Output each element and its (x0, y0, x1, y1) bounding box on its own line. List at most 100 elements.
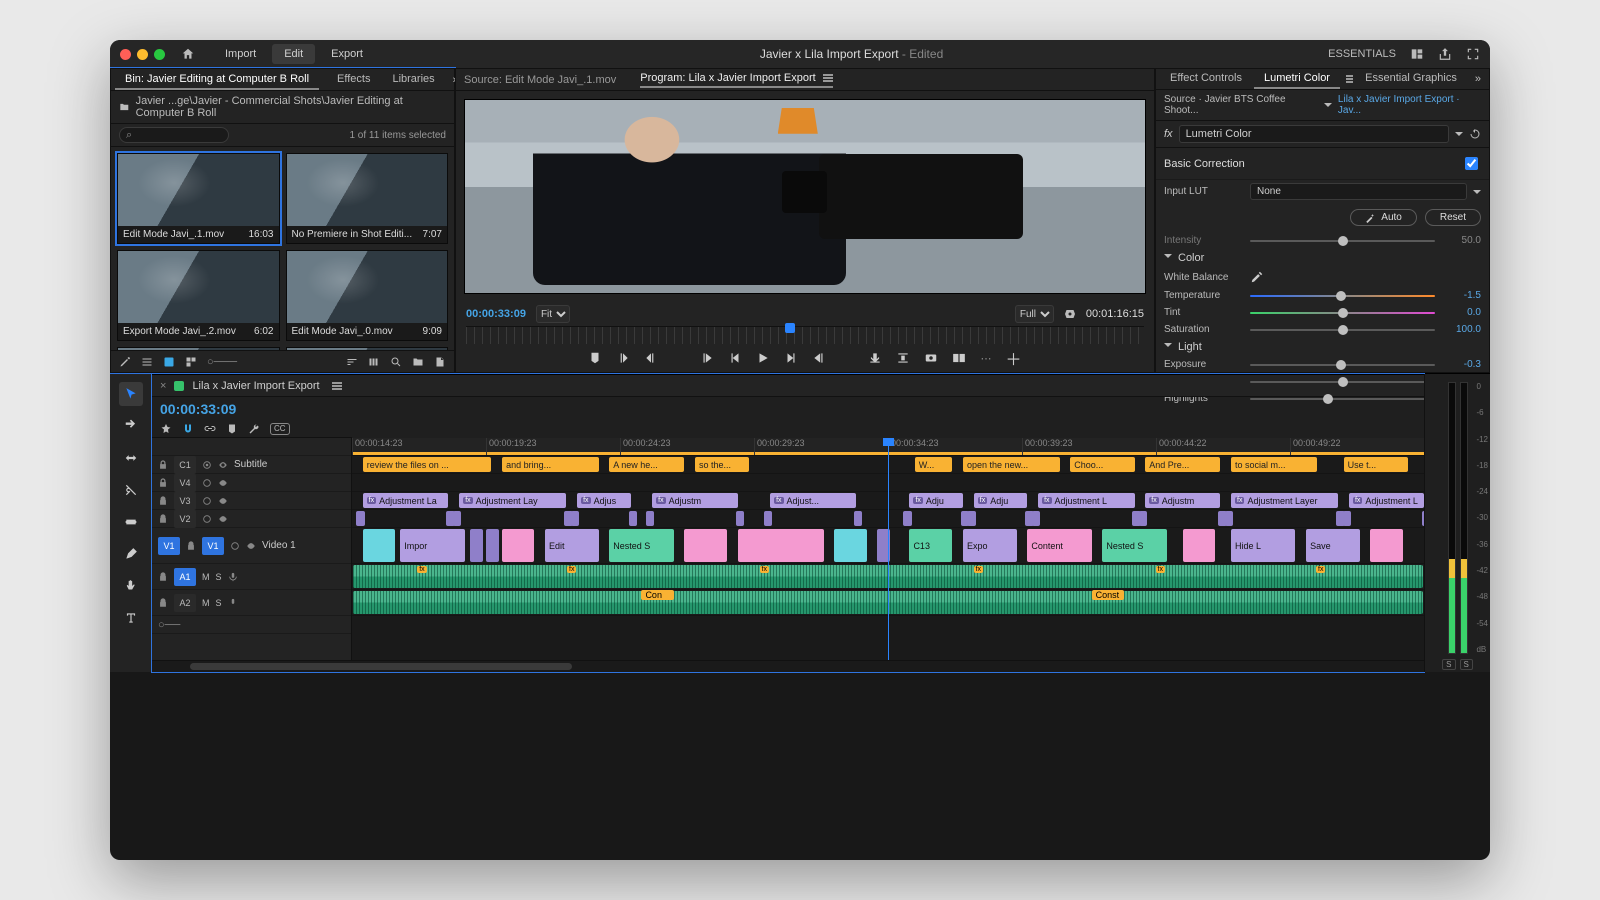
export-frame-icon[interactable] (924, 351, 938, 365)
timeline-clip[interactable] (486, 529, 499, 562)
icon-view-icon[interactable] (163, 356, 175, 368)
overflow-tabs-icon[interactable]: » (1471, 73, 1485, 85)
timeline-clip[interactable] (1225, 511, 1234, 526)
solo-right[interactable]: S (1460, 659, 1473, 670)
timeline-clip[interactable]: Adjustment Layer (1231, 493, 1338, 508)
clip-item[interactable]: ▦ Export Mode Javi_.2.mov6:02 (117, 250, 280, 341)
close-window-button[interactable] (120, 49, 131, 60)
timeline-clip[interactable] (363, 529, 395, 562)
input-lut-select[interactable]: None (1250, 183, 1467, 200)
timeline-horizontal-scrollbar[interactable] (152, 660, 1424, 672)
timeline-clip[interactable] (738, 529, 824, 562)
timeline-playhead[interactable] (888, 438, 889, 660)
timeline-clip[interactable]: so the... (695, 457, 749, 472)
search-input[interactable]: ⌕ (119, 127, 229, 143)
clip-item[interactable]: ▦ No Premiere in Shot Editi...7:07 (286, 153, 449, 244)
timeline-clip[interactable]: And Pre... (1145, 457, 1220, 472)
source-monitor-tab[interactable]: Source: Edit Mode Javi_.1.mov (464, 74, 616, 86)
chevron-down-icon[interactable] (1324, 103, 1332, 111)
minimize-window-button[interactable] (137, 49, 148, 60)
mode-tab-edit[interactable]: Edit (272, 44, 315, 64)
type-tool[interactable] (119, 606, 143, 630)
auto-button[interactable]: Auto (1350, 209, 1417, 226)
light-section-header[interactable]: Light (1156, 338, 1489, 356)
comparison-view-icon[interactable] (952, 351, 966, 365)
exposure-slider[interactable] (1250, 360, 1435, 370)
timecode-display[interactable]: 00:00:33:09 (466, 308, 526, 320)
track-header-v2[interactable]: V2 (152, 510, 351, 528)
sequence-link[interactable]: Lila x Javier Import Export · Jav... (1338, 94, 1481, 116)
snap-icon[interactable] (182, 423, 194, 435)
timeline-clip[interactable] (736, 511, 745, 526)
timeline-clip[interactable]: C13 (909, 529, 952, 562)
temperature-slider[interactable] (1250, 291, 1435, 301)
nest-toggle-icon[interactable] (160, 423, 172, 435)
timeline-clip[interactable]: Impor (400, 529, 464, 562)
timeline-clip[interactable] (470, 529, 483, 562)
chevron-down-icon[interactable] (1473, 190, 1481, 198)
timeline-clip[interactable]: Use t... (1344, 457, 1408, 472)
mode-tab-import[interactable]: Import (213, 44, 268, 64)
timeline-clip[interactable]: Edit (545, 529, 599, 562)
go-to-out-icon[interactable] (812, 351, 826, 365)
target-icon[interactable] (202, 460, 212, 470)
add-marker-icon[interactable] (588, 351, 602, 365)
timeline-clip[interactable] (1183, 529, 1215, 562)
timeline-clip[interactable]: W... (915, 457, 953, 472)
target-icon[interactable] (230, 541, 240, 551)
mark-in-icon[interactable] (616, 351, 630, 365)
audio-marker[interactable]: Con (641, 590, 673, 600)
timeline-clip[interactable]: Save (1306, 529, 1360, 562)
automate-seq-icon[interactable] (368, 356, 380, 368)
program-monitor-video[interactable] (464, 99, 1146, 294)
step-back-icon[interactable] (728, 351, 742, 365)
mode-tab-export[interactable]: Export (319, 44, 375, 64)
timeline-clip[interactable]: Choo... (1070, 457, 1134, 472)
timeline-clip[interactable]: Adju (909, 493, 963, 508)
zoom-fit-select[interactable]: Fit (536, 305, 570, 323)
track-header-a2[interactable]: A2 MS (152, 590, 351, 616)
panel-menu-icon[interactable] (823, 74, 833, 82)
find-icon[interactable] (390, 356, 402, 368)
reset-button[interactable]: Reset (1425, 209, 1481, 226)
maximize-window-button[interactable] (154, 49, 165, 60)
clip-item[interactable]: ▦ Edit Mode Javi_.0.mov9:09 (286, 250, 449, 341)
mark-out-icon[interactable] (644, 351, 658, 365)
home-icon[interactable] (181, 47, 195, 61)
timeline-clip[interactable] (903, 511, 912, 526)
timeline-clip[interactable]: A new he... (609, 457, 684, 472)
eye-icon[interactable] (218, 460, 228, 470)
playhead-icon[interactable] (785, 323, 795, 333)
target-icon[interactable] (202, 496, 212, 506)
timeline-clip[interactable] (629, 511, 638, 526)
track-select-forward-tool[interactable] (119, 414, 143, 438)
timeline-clip[interactable]: Adjustm (652, 493, 738, 508)
tab-effect-controls[interactable]: Effect Controls (1160, 69, 1252, 89)
panel-menu-icon[interactable] (332, 382, 342, 390)
clip-item[interactable] (286, 347, 449, 350)
timeline-clip[interactable] (967, 511, 976, 526)
intensity-slider[interactable] (1250, 236, 1435, 246)
effect-select[interactable]: Lumetri Color (1179, 125, 1449, 143)
reset-effect-icon[interactable] (1469, 128, 1481, 140)
timeline-timecode[interactable]: 00:00:33:09 (152, 397, 352, 421)
target-icon[interactable] (202, 478, 212, 488)
timeline-clip[interactable]: Adjus (577, 493, 631, 508)
pencil-icon[interactable] (119, 356, 131, 368)
lock-icon[interactable] (158, 598, 168, 608)
timeline-clip[interactable]: Hide L (1231, 529, 1295, 562)
lift-icon[interactable] (868, 351, 882, 365)
tab-effects[interactable]: Effects (327, 70, 380, 90)
timeline-clip[interactable]: Adjustment L (1038, 493, 1134, 508)
list-view-icon[interactable] (141, 356, 153, 368)
lock-icon[interactable] (158, 478, 168, 488)
marker-icon[interactable] (226, 423, 238, 435)
timeline-clip[interactable] (356, 511, 365, 526)
timeline-clip[interactable]: Adjustment La (363, 493, 449, 508)
timeline-clip[interactable]: Adjustm (1145, 493, 1220, 508)
track-header-v1[interactable]: V1 V1 Video 1 (152, 528, 351, 564)
timeline-clip[interactable] (764, 511, 773, 526)
new-item-icon[interactable] (434, 356, 446, 368)
timeline-clip[interactable] (854, 511, 863, 526)
eye-icon[interactable] (218, 478, 228, 488)
